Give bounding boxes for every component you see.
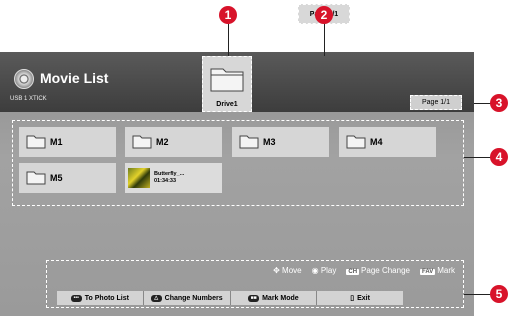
button-bar: ••• To Photo List △ Change Numbers ■■ Mark …: [57, 291, 403, 305]
remote-key-icon: △: [150, 294, 162, 302]
remote-key-icon: •••: [70, 294, 82, 302]
folder-icon: [26, 135, 46, 149]
legend-play: ◉ Play: [311, 266, 337, 275]
folder-item-m1[interactable]: M1: [19, 127, 116, 157]
callout-line: [464, 294, 492, 295]
video-item[interactable]: Butterfly_... 01:34:33: [125, 163, 222, 193]
video-title: Butterfly_...: [154, 171, 185, 177]
remote-key-icon: ■■: [248, 294, 260, 302]
folder-label: M3: [263, 137, 276, 147]
callout-line: [324, 22, 325, 56]
folder-label: M1: [50, 137, 63, 147]
key-legend: ✥ Move ◉ Play CH Page Change FAV Mark: [273, 266, 455, 275]
fav-key-icon: FAV: [419, 269, 436, 275]
exit-button[interactable]: ▯ Exit: [317, 291, 403, 305]
folder-label: M2: [156, 137, 169, 147]
folder-icon: [346, 135, 366, 149]
drive-selector[interactable]: Drive1: [202, 56, 252, 112]
video-thumbnail: [128, 168, 150, 188]
page-indicator: Page 1/1: [410, 95, 462, 110]
content-grid: M1 M2 M3 M4 M5 Butterfly_... 01:34:33: [12, 120, 464, 206]
callout-line: [464, 157, 492, 158]
drive-label: Drive1: [216, 101, 238, 108]
folder-item-m3[interactable]: M3: [232, 127, 329, 157]
folder-item-m2[interactable]: M2: [125, 127, 222, 157]
usb-source-label: USB 1 XTICK: [10, 96, 47, 102]
folder-item-m4[interactable]: M4: [339, 127, 436, 157]
video-duration: 01:34:33: [154, 178, 177, 184]
folder-icon: [132, 135, 152, 149]
dpad-icon: ✥: [273, 266, 280, 275]
footer-controls: ✥ Move ◉ Play CH Page Change FAV Mark ••• T…: [46, 260, 464, 308]
callout-4: 4: [490, 148, 508, 166]
mark-mode-button[interactable]: ■■ Mark Mode: [230, 291, 318, 305]
disc-icon: [14, 69, 34, 89]
callout-5: 5: [490, 285, 508, 303]
folder-item-m5[interactable]: M5: [19, 163, 116, 193]
ok-icon: ◉: [311, 266, 319, 275]
legend-page-change: CH Page Change: [346, 266, 410, 275]
callout-2: 2: [315, 6, 333, 24]
folder-icon: [210, 68, 244, 92]
legend-move: ✥ Move: [273, 266, 302, 275]
folder-label: M5: [50, 173, 63, 183]
ch-key-icon: CH: [346, 269, 360, 275]
folder-icon: [26, 171, 46, 185]
change-numbers-button[interactable]: △ Change Numbers: [143, 291, 231, 305]
callout-line: [228, 22, 229, 56]
exit-icon: ▯: [350, 295, 355, 302]
legend-mark: FAV Mark: [419, 266, 455, 275]
callout-3: 3: [490, 94, 508, 112]
page-title: Movie List: [40, 70, 109, 86]
callout-1: 1: [219, 6, 237, 24]
folder-label: M4: [370, 137, 383, 147]
to-photo-list-button[interactable]: ••• To Photo List: [57, 291, 144, 305]
folder-icon: [239, 135, 259, 149]
movie-list-screen: Movie List USB 1 XTICK Drive1 Page 1/1 M…: [0, 52, 474, 316]
